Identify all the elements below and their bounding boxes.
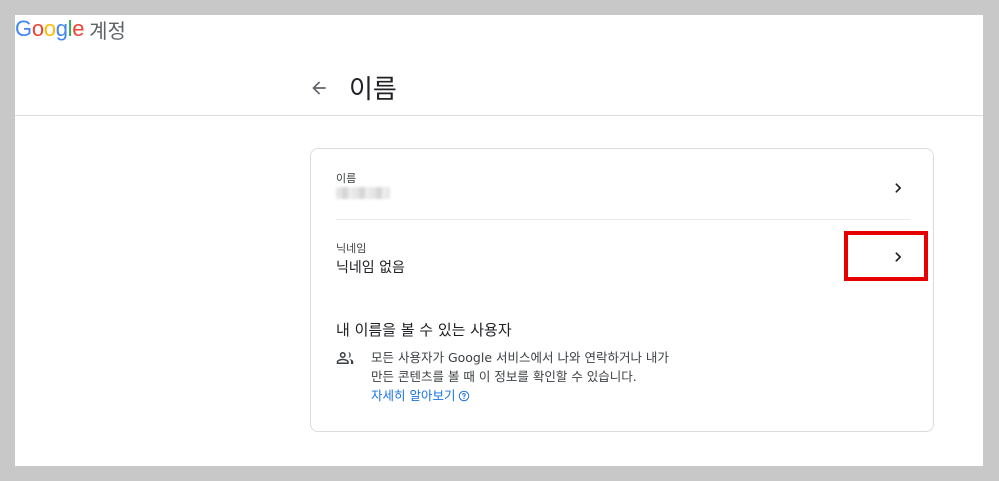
title-row: 이름 (307, 69, 397, 106)
visibility-section-title: 내 이름을 볼 수 있는 사용자 (336, 321, 512, 339)
account-page: Google 계정 이름 이름 닉네임 닉네임 없음 내 이름을 볼 수 있는 … (15, 15, 983, 466)
visibility-info: 모든 사용자가 Google 서비스에서 나와 연락하거나 내가 만든 콘텐츠를… (336, 348, 751, 405)
chevron-right-icon (886, 245, 910, 269)
brand-suffix: 계정 (89, 20, 126, 43)
header-divider (15, 115, 983, 116)
learn-more-link[interactable]: 자세히 알아보기 (371, 386, 470, 405)
people-icon (336, 352, 354, 364)
nickname-value: 닉네임 없음 (336, 260, 405, 276)
help-circle-icon (459, 390, 470, 401)
visibility-line-2: 만든 콘텐츠를 볼 때 이 정보를 확인할 수 있습니다. (371, 369, 637, 384)
visibility-description: 모든 사용자가 Google 서비스에서 나와 연락하거나 내가 만든 콘텐츠를… (371, 348, 751, 405)
google-logo: Google (15, 16, 85, 41)
name-settings-card: 이름 닉네임 닉네임 없음 내 이름을 볼 수 있는 사용자 모든 사용자가 G… (310, 148, 934, 432)
name-row[interactable]: 이름 (311, 149, 933, 219)
google-account-brand[interactable]: Google 계정 (15, 15, 126, 43)
learn-more-label: 자세히 알아보기 (371, 388, 456, 403)
nickname-row[interactable]: 닉네임 닉네임 없음 (311, 220, 933, 290)
visibility-line-1: 모든 사용자가 Google 서비스에서 나와 연락하거나 내가 (371, 350, 669, 365)
arrow-back-icon (312, 80, 326, 95)
chevron-right-icon (886, 176, 910, 200)
name-value-redacted (336, 184, 390, 203)
back-button[interactable] (307, 76, 331, 100)
page-title: 이름 (349, 75, 397, 105)
nickname-label: 닉네임 (336, 242, 367, 255)
